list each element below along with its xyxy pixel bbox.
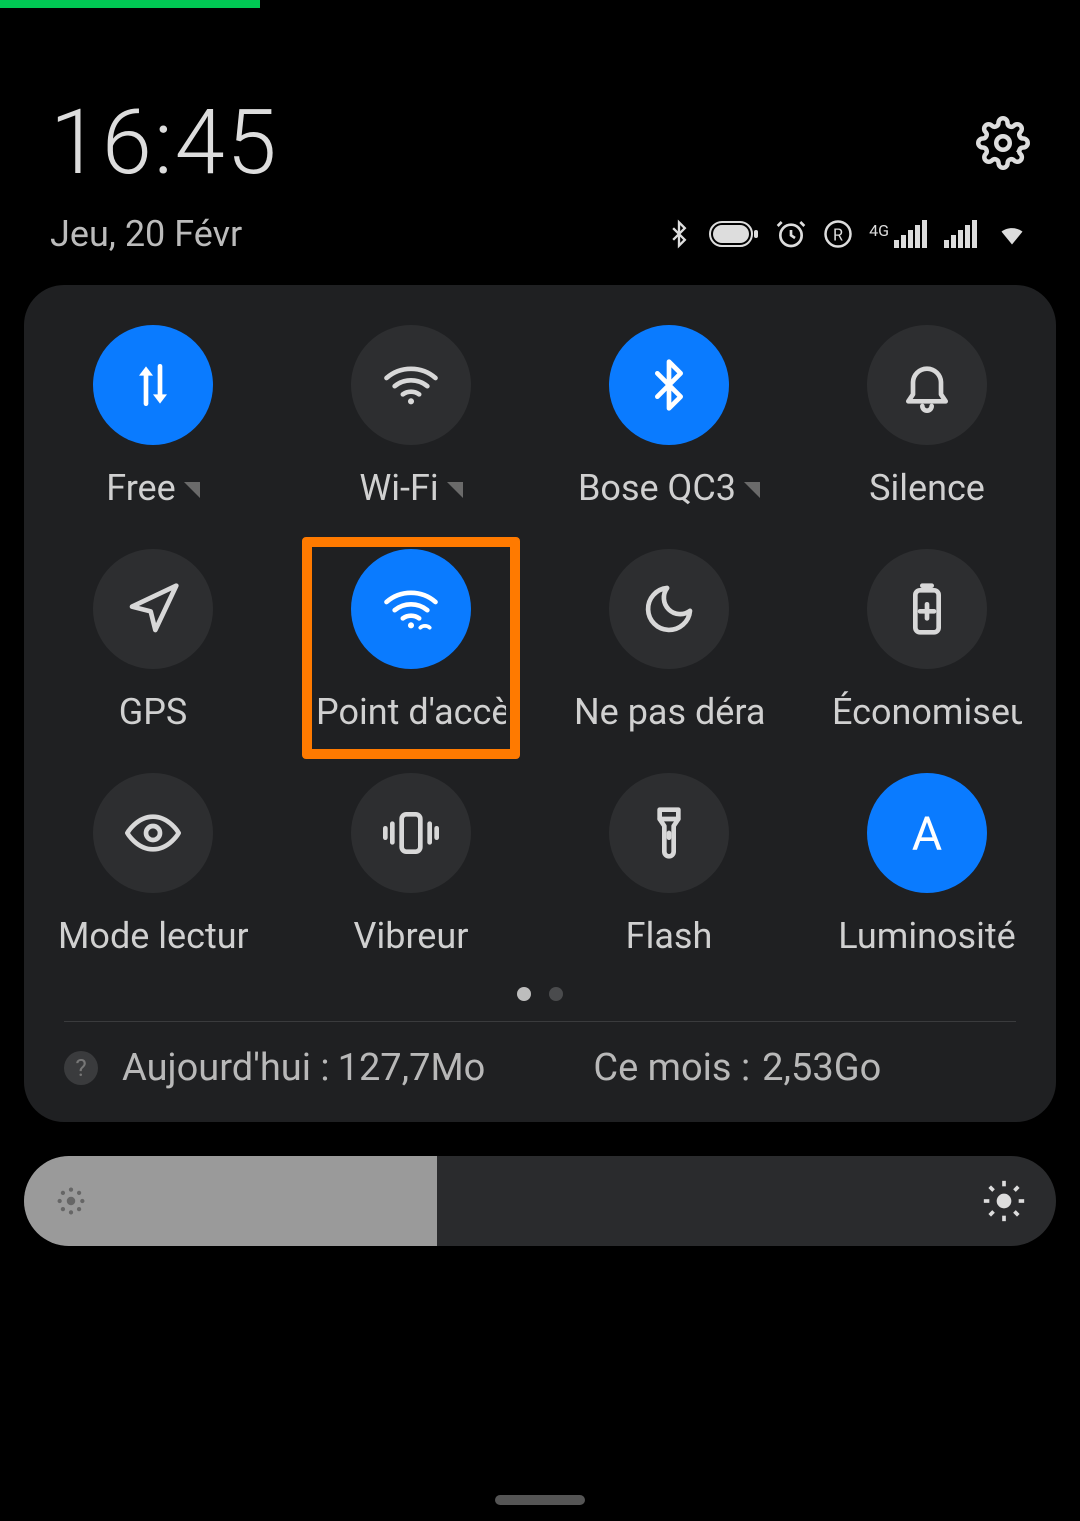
tile-label: Free xyxy=(106,467,176,509)
signal-icon xyxy=(944,220,978,248)
tile-label: Ne pas déra xyxy=(574,691,764,733)
svg-text:R: R xyxy=(833,225,843,244)
page-indicator[interactable] xyxy=(24,957,1056,1021)
tile-label: Bose QC3 xyxy=(578,467,736,509)
vibrate-toggle[interactable] xyxy=(351,773,471,893)
signal-4g-icon: 4G xyxy=(869,220,928,248)
tile-label-row: Ne pas déra xyxy=(574,691,764,733)
roaming-status-icon: R xyxy=(823,219,853,249)
bell-icon xyxy=(899,357,955,413)
tile-label-row: GPS xyxy=(119,691,188,733)
eye-icon xyxy=(125,805,181,861)
vibrate-icon xyxy=(383,805,439,861)
subheader: Jeu, 20 Févr R 4G xyxy=(0,205,1080,285)
wifi-toggle[interactable] xyxy=(351,325,471,445)
tiles-grid: Free Wi-Fi Bose QC3 Silence GPS Point d'accè N… xyxy=(24,325,1056,957)
data-arrows-icon xyxy=(125,357,181,413)
navigation-icon xyxy=(125,581,181,637)
tile-label: Vibreur xyxy=(354,915,469,957)
settings-button[interactable] xyxy=(976,116,1030,170)
bluetooth-status-icon xyxy=(665,218,693,250)
bell-toggle[interactable] xyxy=(867,325,987,445)
tile-label: Mode lecture xyxy=(58,915,248,957)
moon-toggle[interactable] xyxy=(609,549,729,669)
usage-today-value: 127,7Mo xyxy=(338,1046,486,1090)
tile-hotspot[interactable]: Point d'accè xyxy=(282,549,540,733)
tile-label: GPS xyxy=(119,691,188,733)
svg-text:A: A xyxy=(912,807,942,861)
tile-gps[interactable]: GPS xyxy=(24,549,282,733)
bluetooth-icon xyxy=(641,357,697,413)
date-label: Jeu, 20 Févr xyxy=(50,213,242,255)
tile-label-row: Luminosité xyxy=(838,915,1015,957)
page-dot-0 xyxy=(517,987,531,1001)
tile-label-row: Bose QC3 xyxy=(578,467,760,509)
usage-today-label: Aujourd'hui : xyxy=(122,1046,330,1090)
hotspot-icon xyxy=(383,581,439,637)
brightness-low-icon xyxy=(54,1184,88,1218)
alarm-status-icon xyxy=(775,218,807,250)
tile-label: Économiseu xyxy=(832,691,1022,733)
tile-flash[interactable]: Flash xyxy=(540,773,798,957)
expand-chevron-icon[interactable] xyxy=(744,467,760,509)
navigation-toggle[interactable] xyxy=(93,549,213,669)
brightness-high-icon xyxy=(982,1179,1026,1223)
tile-label-row: Flash xyxy=(626,915,713,957)
flashlight-icon xyxy=(641,805,697,861)
tile-label: Point d'accè xyxy=(316,691,506,733)
eye-toggle[interactable] xyxy=(93,773,213,893)
gear-icon xyxy=(976,116,1030,170)
tile-reading[interactable]: Mode lecture xyxy=(24,773,282,957)
status-bar-icons: R 4G xyxy=(665,218,1030,250)
tile-bluetooth[interactable]: Bose QC3 xyxy=(540,325,798,509)
usage-month-label: Ce mois : xyxy=(593,1046,750,1090)
battery-status-icon xyxy=(709,221,759,247)
wifi-icon xyxy=(383,357,439,413)
tile-label-row: Free xyxy=(106,467,200,509)
moon-icon xyxy=(641,581,697,637)
usage-month-value: 2,53Go xyxy=(762,1046,881,1090)
wifi-status-icon xyxy=(994,220,1030,248)
flashlight-toggle[interactable] xyxy=(609,773,729,893)
letter-a-toggle[interactable]: A xyxy=(867,773,987,893)
tile-silence[interactable]: Silence xyxy=(798,325,1056,509)
tile-label: Luminosité xyxy=(838,915,1015,957)
battery-plus-toggle[interactable] xyxy=(867,549,987,669)
tile-mobile-data[interactable]: Free xyxy=(24,325,282,509)
tile-label-row: Vibreur xyxy=(354,915,469,957)
drag-handle[interactable] xyxy=(495,1495,585,1505)
tile-label: Flash xyxy=(626,915,713,957)
tile-label-row: Économiseu xyxy=(832,691,1022,733)
tile-label-row: Mode lecture xyxy=(58,915,248,957)
tile-auto-bright[interactable]: A Luminosité xyxy=(798,773,1056,957)
page-dot-1 xyxy=(549,987,563,1001)
letter-a-icon: A xyxy=(899,805,955,861)
tile-label: Silence xyxy=(869,467,985,509)
tile-dnd[interactable]: Ne pas déra xyxy=(540,549,798,733)
tile-wifi[interactable]: Wi-Fi xyxy=(282,325,540,509)
network-type-label: 4G xyxy=(869,221,889,240)
brightness-slider[interactable] xyxy=(24,1156,1056,1246)
data-arrows-toggle[interactable] xyxy=(93,325,213,445)
top-status-bar xyxy=(0,0,260,8)
data-usage-row[interactable]: ? Aujourd'hui : 127,7Mo Ce mois : 2,53Go xyxy=(24,1022,1056,1122)
bluetooth-toggle[interactable] xyxy=(609,325,729,445)
battery-plus-icon xyxy=(899,581,955,637)
expand-chevron-icon[interactable] xyxy=(447,467,463,509)
tile-vibrate[interactable]: Vibreur xyxy=(282,773,540,957)
clock-time: 16:45 xyxy=(50,90,279,195)
hotspot-toggle[interactable] xyxy=(351,549,471,669)
header: 16:45 xyxy=(0,0,1080,205)
tile-battery[interactable]: Économiseu xyxy=(798,549,1056,733)
quick-settings-panel: Free Wi-Fi Bose QC3 Silence GPS Point d'accè N… xyxy=(24,285,1056,1122)
help-icon: ? xyxy=(64,1051,98,1085)
tile-label: Wi-Fi xyxy=(359,467,438,509)
expand-chevron-icon[interactable] xyxy=(184,467,200,509)
tile-label-row: Point d'accè xyxy=(316,691,506,733)
tile-label-row: Wi-Fi xyxy=(359,467,462,509)
tile-label-row: Silence xyxy=(869,467,985,509)
